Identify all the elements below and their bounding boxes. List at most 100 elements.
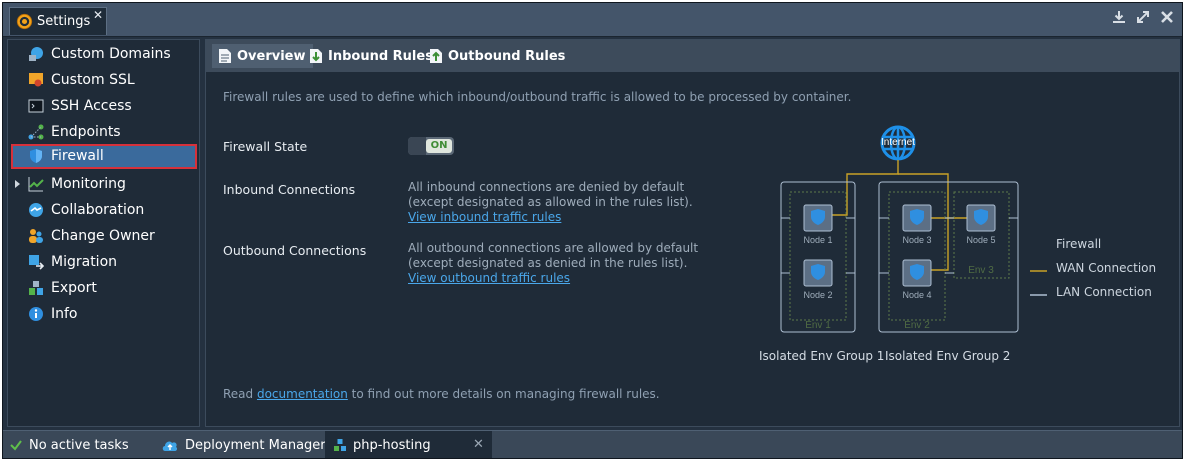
inbound-description: All inbound connections are denied by de… [408, 180, 693, 225]
firewall-diagram-svg: Internet Node 1 Node 2 Node 3 Node 4 Nod… [780, 125, 1047, 333]
firewall-panel: Overview Inbound Rules Outbound Rules Fi… [205, 39, 1180, 427]
node-label: Node 4 [902, 290, 931, 300]
node-5: Node 5 [966, 204, 996, 245]
settings-tab-title: Settings [37, 14, 91, 29]
sidebar-item-endpoints[interactable]: Endpoints [11, 120, 197, 145]
tab-overview[interactable]: Overview [212, 44, 313, 68]
group-1-label: Isolated Env Group 1 [759, 349, 885, 363]
env-label: Env 2 [904, 320, 930, 331]
firewall-tabs: Overview Inbound Rules Outbound Rules [206, 40, 1179, 72]
sidebar-item-label: Firewall [51, 148, 104, 164]
export-icon [29, 281, 43, 295]
migration-icon [29, 255, 44, 270]
node-4: Node 4 [902, 259, 932, 300]
inbound-connections-label: Inbound Connections [223, 182, 356, 197]
inbound-desc-line2: (except designated as allowed in the rul… [408, 195, 693, 209]
outbound-description: All outbound connections are allowed by … [408, 241, 698, 286]
check-icon [10, 440, 22, 451]
expand-arrow-icon[interactable] [15, 180, 20, 188]
firewall-state-label: Firewall State [223, 139, 308, 154]
expand-icon[interactable] [1136, 10, 1150, 24]
custom-domains-icon [29, 47, 43, 61]
window-header: Settings ✕ [3, 3, 1182, 37]
sidebar-item-label: Change Owner [51, 228, 155, 244]
sidebar-item-collaboration[interactable]: Collaboration [11, 198, 197, 223]
tab-label: Outbound Rules [448, 48, 566, 64]
tab-outbound-rules[interactable]: Outbound Rules [423, 44, 572, 68]
documentation-note: Read documentation to find out more deta… [223, 387, 660, 401]
tab-label: Inbound Rules [328, 48, 433, 64]
node-2: Node 2 [803, 259, 833, 300]
legend-wan-connection: WAN Connection [1056, 261, 1157, 275]
sidebar-item-migration[interactable]: Migration [11, 250, 197, 275]
users-icon [29, 229, 43, 243]
node-1: Node 1 [803, 204, 833, 245]
firewall-intro-text: Firewall rules are used to define which … [223, 90, 852, 104]
gear-icon [16, 13, 33, 30]
firewall-diagram: Internet Node 1 Node 2 Node 3 Node 4 Nod… [757, 120, 1177, 374]
sidebar-item-label: Custom SSL [51, 72, 135, 88]
monitoring-chart-icon [28, 177, 44, 192]
environment-icon [334, 439, 346, 451]
env-label: Env 3 [968, 265, 994, 276]
node-label: Node 5 [966, 235, 995, 245]
endpoints-icon [28, 124, 44, 140]
task-no-active-tasks[interactable]: No active tasks [9, 431, 129, 458]
task-label: php-hosting [353, 437, 431, 453]
settings-tab[interactable]: Settings ✕ [9, 7, 107, 35]
documentation-link[interactable]: documentation [257, 387, 348, 401]
firewall-state-toggle[interactable]: ON [408, 137, 454, 155]
sidebar-item-firewall[interactable]: Firewall [11, 144, 197, 169]
sidebar-item-change-owner[interactable]: Change Owner [11, 224, 197, 249]
download-icon[interactable] [1112, 10, 1126, 24]
sidebar-item-monitoring[interactable]: Monitoring [11, 172, 197, 197]
close-icon[interactable] [1160, 10, 1174, 24]
sidebar-item-label: Custom Domains [51, 46, 171, 62]
task-close-icon[interactable]: ✕ [473, 437, 484, 452]
sidebar-item-custom-domains[interactable]: Custom Domains [11, 42, 197, 67]
window-controls [1112, 10, 1174, 24]
shield-icon [30, 149, 42, 163]
settings-tab-close-icon[interactable]: ✕ [93, 8, 103, 22]
terminal-icon [28, 99, 44, 113]
outbound-arrow-icon [430, 49, 442, 63]
sidebar-item-ssh-access[interactable]: SSH Access [11, 94, 197, 119]
internet-globe-icon: Internet [880, 125, 916, 161]
view-inbound-rules-link[interactable]: View inbound traffic rules [408, 210, 693, 225]
inbound-desc-line1: All inbound connections are denied by de… [408, 180, 685, 194]
sidebar-item-label: Endpoints [51, 124, 121, 140]
ssl-certificate-icon [29, 73, 43, 87]
node-3: Node 3 [902, 204, 932, 245]
document-icon [219, 49, 231, 63]
task-deployment-manager[interactable]: Deployment Manager [161, 431, 326, 458]
outbound-desc-line2: (except designated as denied in the rule… [408, 256, 688, 270]
internet-label: Internet [881, 137, 915, 148]
tab-inbound-rules[interactable]: Inbound Rules [303, 44, 440, 68]
sidebar-item-label: Migration [51, 254, 118, 270]
task-php-hosting[interactable]: php-hosting [325, 431, 492, 458]
task-label: No active tasks [29, 437, 129, 453]
documentation-suffix: to find out more details on managing fir… [347, 387, 660, 401]
settings-window: Settings ✕ Custom Domains Custom SSL SSH… [2, 2, 1183, 459]
info-icon [29, 307, 43, 321]
node-label: Node 2 [803, 290, 832, 300]
sidebar-item-export[interactable]: Export [11, 276, 197, 301]
settings-sidebar: Custom Domains Custom SSL SSH Access End… [7, 39, 200, 427]
outbound-connections-label: Outbound Connections [223, 243, 367, 258]
node-label: Node 1 [803, 235, 832, 245]
task-label: Deployment Manager [185, 437, 326, 453]
legend-lan-connection: LAN Connection [1056, 285, 1152, 299]
sidebar-item-info[interactable]: Info [11, 302, 197, 327]
node-label: Node 3 [902, 235, 931, 245]
sidebar-item-label: Monitoring [51, 176, 126, 192]
sidebar-item-custom-ssl[interactable]: Custom SSL [11, 68, 197, 93]
tab-label: Overview [237, 48, 306, 64]
sidebar-item-label: Export [51, 280, 97, 296]
legend-firewall: Firewall [1056, 237, 1102, 251]
sidebar-item-label: SSH Access [51, 98, 132, 114]
toggle-knob [408, 137, 426, 155]
view-outbound-rules-link[interactable]: View outbound traffic rules [408, 271, 698, 286]
env-label: Env 1 [805, 320, 831, 331]
group-2-label: Isolated Env Group 2 [885, 349, 1011, 363]
inbound-arrow-icon [310, 49, 322, 63]
